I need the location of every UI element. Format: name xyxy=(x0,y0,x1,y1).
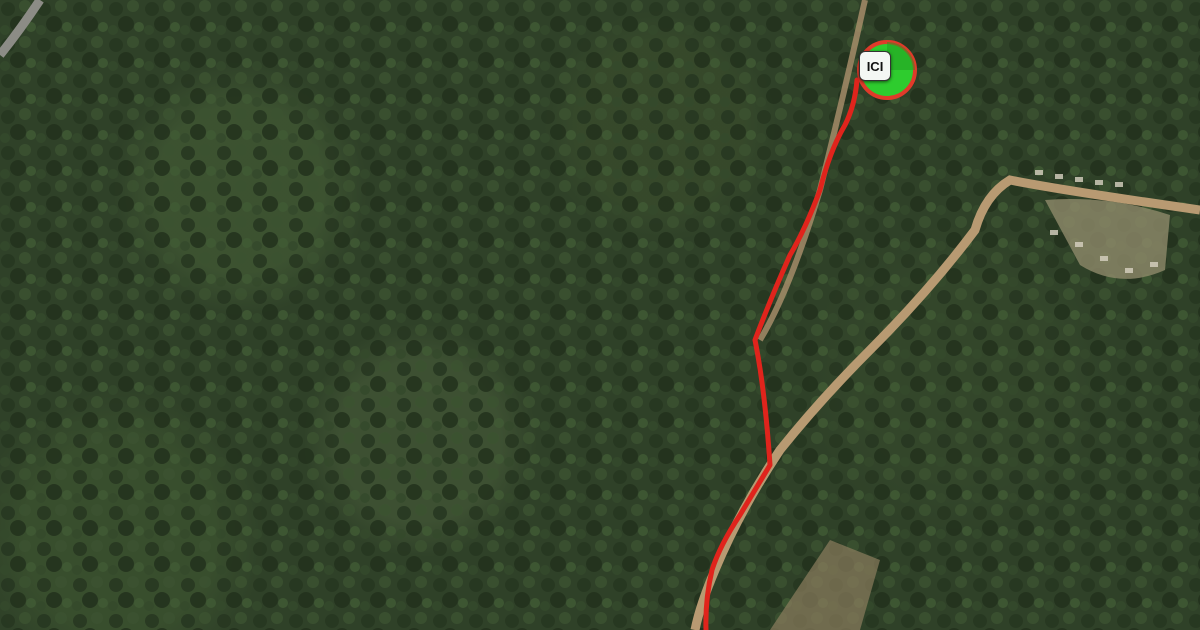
forest-canopy xyxy=(0,0,1200,630)
map-layer xyxy=(0,0,1200,630)
marker-label[interactable]: ICI xyxy=(859,51,891,81)
satellite-map[interactable]: ICI xyxy=(0,0,1200,630)
